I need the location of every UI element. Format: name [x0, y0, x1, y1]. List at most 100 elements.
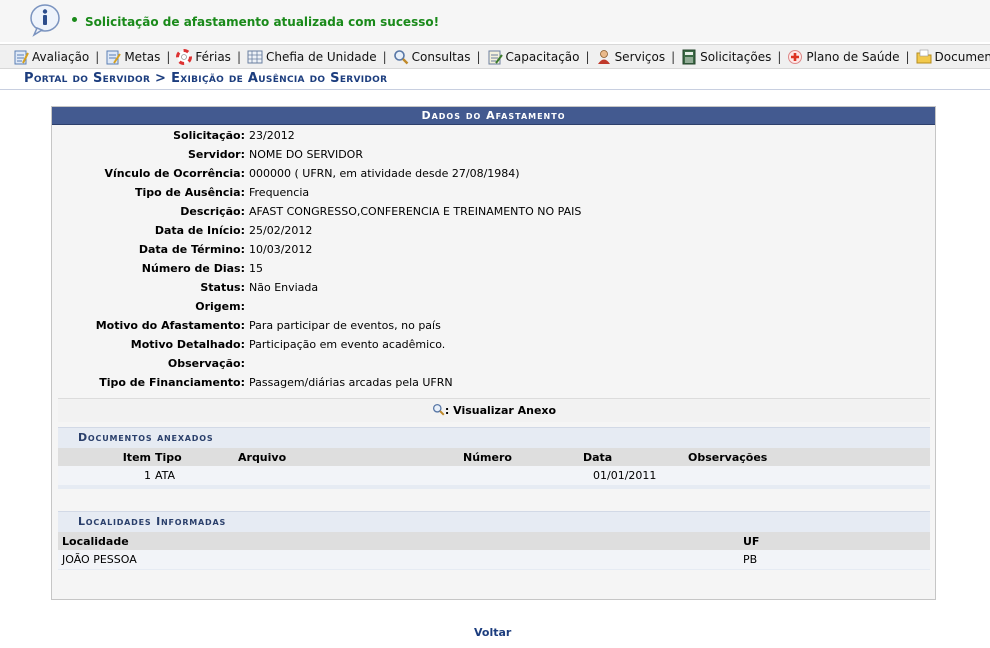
field-vinculo: Vínculo de Ocorrência: 000000 ( UFRN, em … [52, 164, 937, 183]
menu-separator: | [95, 49, 100, 64]
field-label: Origem: [195, 300, 245, 313]
menu-item-documentos[interactable]: Documentos [916, 49, 990, 65]
menu-item-plano-de-saude[interactable]: Plano de Saúde [787, 49, 900, 65]
field-observacao: Observação: [52, 354, 937, 373]
goals-icon [106, 50, 122, 64]
cell-numero [463, 466, 583, 485]
menu-separator: | [382, 49, 387, 64]
field-value: 23/2012 [249, 129, 295, 142]
absence-details-panel: Dados do Afastamento Solicitação: 23/2012… [51, 106, 936, 600]
back-link[interactable]: Voltar [474, 626, 511, 639]
localities-section: Localidades Informadas Localidade UF JOÃ… [58, 511, 930, 570]
field-label: Data de Início: [154, 224, 245, 237]
field-value: Participação em evento acadêmico. [249, 338, 446, 351]
field-data-inicio: Data de Início: 25/02/2012 [52, 221, 937, 240]
panel-caption: Dados do Afastamento [52, 107, 935, 125]
field-label: Descrição: [180, 205, 245, 218]
menu-label: Consultas [411, 49, 471, 64]
field-value: 25/02/2012 [249, 224, 313, 237]
field-value: 000000 ( UFRN, em atividade desde 27/08/… [249, 167, 520, 180]
menu-label: Avaliação [32, 49, 90, 64]
view-attachment-link[interactable]: : Visualizar Anexo [58, 398, 930, 422]
menu-separator: | [777, 49, 782, 64]
field-data-termino: Data de Término: 10/03/2012 [52, 240, 937, 259]
evaluation-icon [14, 50, 29, 64]
menu-item-chefia-de-unidade[interactable]: Chefia de Unidade [247, 49, 377, 65]
menu-item-ferias[interactable]: Férias [176, 48, 231, 65]
menu-separator: | [671, 49, 676, 64]
field-label: Data de Término: [138, 243, 245, 256]
field-numero-dias: Número de Dias: 15 [52, 259, 937, 278]
success-message-text: Solicitação de afastamento atualizada co… [85, 15, 440, 29]
cell-arquivo [238, 466, 463, 485]
health-cross-icon [788, 49, 803, 64]
field-descricao: Descrição: AFAST CONGRESSO,CONFERENCIA E … [52, 202, 937, 221]
menu-label: Capacitação [505, 49, 580, 64]
table-header-row: Item Tipo Arquivo Número Data Observaçõe… [58, 448, 930, 466]
cell-tipo: ATA [155, 466, 238, 485]
field-label: Motivo do Afastamento: [95, 319, 245, 332]
column-header-uf: UF [743, 532, 930, 550]
field-value: 10/03/2012 [249, 243, 313, 256]
magnifier-icon [393, 49, 408, 64]
menu-item-metas[interactable]: Metas [105, 49, 160, 65]
field-servidor: Servidor: NOME DO SERVIDOR [52, 145, 937, 164]
breadcrumb: Portal do Servidor > Exibição de Ausênci… [0, 70, 990, 90]
field-origem: Origem: [52, 297, 937, 316]
menu-item-consultas[interactable]: Consultas [393, 49, 471, 65]
cell-localidade: JOÃO PESSOA [58, 550, 743, 569]
column-header-tipo: Tipo [155, 448, 238, 466]
requests-book-icon [682, 49, 696, 64]
column-header-arquivo: Arquivo [238, 448, 463, 466]
field-label: Tipo de Financiamento: [99, 376, 245, 389]
field-value: Para participar de eventos, no país [249, 319, 441, 332]
column-header-localidade: Localidade [58, 532, 743, 550]
menu-item-avaliacao[interactable]: Avaliação [13, 49, 89, 65]
success-message: Solicitação de afastamento atualizada co… [0, 0, 990, 42]
menu-label: Plano de Saúde [806, 49, 900, 64]
info-icon [30, 4, 60, 37]
table-row: JOÃO PESSOA PB [58, 550, 930, 569]
column-header-data: Data [583, 448, 688, 466]
main-menu: Avaliação | Metas | Férias | Chefia de U… [0, 44, 990, 69]
field-label: Servidor: [187, 148, 245, 161]
documents-folder-icon [916, 49, 932, 63]
menu-label: Chefia de Unidade [265, 49, 377, 64]
field-value: Não Enviada [249, 281, 319, 294]
menu-separator: | [236, 49, 241, 64]
menu-separator: | [166, 49, 171, 64]
training-icon [488, 50, 503, 64]
field-value: Passagem/diárias arcadas pela UFRN [249, 376, 453, 389]
cell-observacoes [688, 466, 930, 485]
person-services-icon [597, 49, 610, 64]
field-motivo-detalhado: Motivo Detalhado: Participação em evento … [52, 335, 937, 354]
menu-item-capacitacao[interactable]: Capacitação [487, 49, 580, 65]
menu-label: Documentos [934, 49, 990, 64]
menu-label: Férias [195, 49, 231, 64]
cell-uf: PB [743, 550, 930, 569]
attached-documents-section: Documentos anexados Item Tipo Arquivo Nú… [58, 427, 930, 489]
localities-table: Localidade UF JOÃO PESSOA PB [58, 532, 930, 569]
field-solicitacao: Solicitação: 23/2012 [52, 126, 937, 145]
unit-chief-icon [247, 50, 263, 63]
menu-item-servicos[interactable]: Serviços [596, 49, 665, 65]
table-header-row: Localidade UF [58, 532, 930, 550]
attached-documents-table: Item Tipo Arquivo Número Data Observaçõe… [58, 448, 930, 485]
column-header-observacoes: Observações [688, 448, 930, 466]
field-label: Solicitação: [173, 129, 245, 142]
view-attachment-label: : Visualizar Anexo [444, 404, 557, 417]
table-row: 1 ATA 01/01/2011 [58, 466, 930, 485]
menu-item-solicitacoes[interactable]: Solicitações [681, 49, 771, 65]
field-value: 15 [249, 262, 263, 275]
menu-label: Solicitações [700, 49, 772, 64]
cell-item: 1 [58, 466, 155, 485]
field-label: Número de Dias: [141, 262, 245, 275]
field-status: Status: Não Enviada [52, 278, 937, 297]
menu-separator: | [476, 49, 481, 64]
menu-separator: | [585, 49, 590, 64]
menu-separator: | [905, 49, 910, 64]
field-label: Status: [200, 281, 245, 294]
field-value: NOME DO SERVIDOR [249, 148, 363, 161]
message-bullet [72, 17, 77, 22]
field-label: Observação: [167, 357, 245, 370]
